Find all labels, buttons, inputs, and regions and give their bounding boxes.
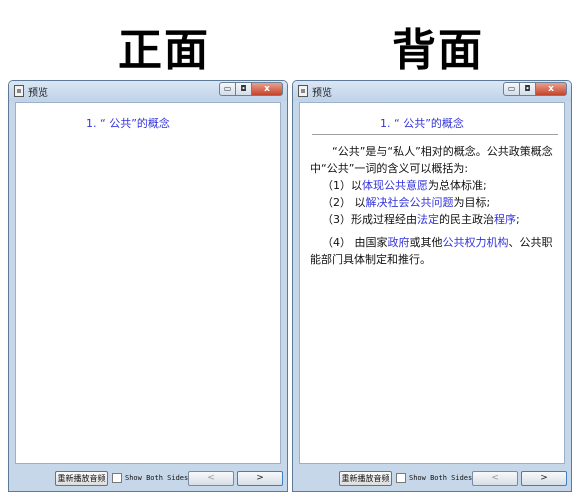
card-content: 1. “ 公共”的概念 “公共”是与“私人”相对的概念。公共政策概念中“公共”一… <box>299 102 565 464</box>
answer-item-suffix: 为总体标准; <box>428 179 487 192</box>
front-heading: 正面 <box>118 25 210 76</box>
replay-audio-button[interactable]: 重新播放音频 <box>339 471 392 486</box>
answer-item-prefix: （1）以 <box>322 179 362 192</box>
card-content: 1. “ 公共”的概念 <box>15 102 281 464</box>
answer-highlight: 公共权力机构 <box>442 236 509 249</box>
minimize-button[interactable]: ▭ <box>503 82 520 96</box>
answer-highlight: 政府 <box>387 236 410 249</box>
answer-highlight: 法定 <box>417 213 439 226</box>
answer-highlight: 程序 <box>494 213 516 226</box>
maximize-button[interactable]: ◘ <box>235 82 252 96</box>
answer-item-prefix: （3）形成过程经由 <box>322 213 417 226</box>
maximize-button[interactable]: ◘ <box>519 82 536 96</box>
answer-item-2: （2） 以解决社会公共问题为目标; <box>310 194 556 211</box>
caption-buttons: ▭ ◘ x <box>219 82 283 97</box>
caption-buttons: ▭ ◘ x <box>503 82 567 97</box>
show-both-sides-label[interactable]: Show Both Sides <box>125 473 188 483</box>
title-bar[interactable]: 预览 ▭ ◘ x <box>9 81 287 101</box>
next-button[interactable]: > <box>237 471 283 486</box>
show-both-sides-checkbox[interactable] <box>396 473 406 483</box>
close-button[interactable]: x <box>535 82 567 96</box>
answer-intro: “公共”是与“私人”相对的概念。公共政策概念中“公共”一词的含义可以概括为: <box>310 145 553 175</box>
answer-divider <box>312 134 558 135</box>
answer-item-suffix: 或其他 <box>409 236 443 249</box>
bottom-toolbar: 重新播放音频 Show Both Sides < > <box>15 470 283 487</box>
title-bar[interactable]: 预览 ▭ ◘ x <box>293 81 571 101</box>
show-both-sides-label[interactable]: Show Both Sides <box>409 473 472 483</box>
answer-item-prefix: （4） 由国家 <box>322 236 388 249</box>
answer-highlight: 体现公共意愿 <box>362 179 428 192</box>
window-title: 预览 <box>312 88 332 99</box>
replay-audio-button[interactable]: 重新播放音频 <box>55 471 108 486</box>
answer-item-suffix: ; <box>516 213 520 226</box>
app-icon <box>298 85 308 97</box>
question-text: 1. “ 公共”的概念 <box>86 117 170 130</box>
preview-window-front: 预览 ▭ ◘ x 1. “ 公共”的概念 重新播放音频 Show Both Si… <box>8 80 288 492</box>
answer-text: “公共”是与“私人”相对的概念。公共政策概念中“公共”一词的含义可以概括为: （… <box>310 143 556 268</box>
answer-highlight: 解决社会公共问题 <box>365 196 454 209</box>
preview-window-back: 预览 ▭ ◘ x 1. “ 公共”的概念 “公共”是与“私人”相对的概念。公共政… <box>292 80 572 492</box>
next-button[interactable]: > <box>521 471 567 486</box>
minimize-button[interactable]: ▭ <box>219 82 236 96</box>
window-title: 预览 <box>28 88 48 99</box>
bottom-toolbar: 重新播放音频 Show Both Sides < > <box>299 470 567 487</box>
show-both-sides-checkbox[interactable] <box>112 473 122 483</box>
previous-button[interactable]: < <box>472 471 518 486</box>
back-heading: 背面 <box>392 25 484 76</box>
answer-item-prefix: （2） 以 <box>322 196 366 209</box>
answer-item-suffix: 为目标; <box>453 196 491 209</box>
close-button[interactable]: x <box>251 82 283 96</box>
question-text: 1. “ 公共”的概念 <box>380 117 464 130</box>
answer-item-4: （4） 由国家政府或其他公共权力机构、公共职能部门具体制定和推行。 <box>310 234 556 268</box>
answer-item-1: （1）以体现公共意愿为总体标准; <box>310 177 556 194</box>
previous-button[interactable]: < <box>188 471 234 486</box>
answer-item-suffix: 的民主政治 <box>439 213 494 226</box>
answer-item-3: （3）形成过程经由法定的民主政治程序; <box>310 211 556 228</box>
app-icon <box>14 85 24 97</box>
